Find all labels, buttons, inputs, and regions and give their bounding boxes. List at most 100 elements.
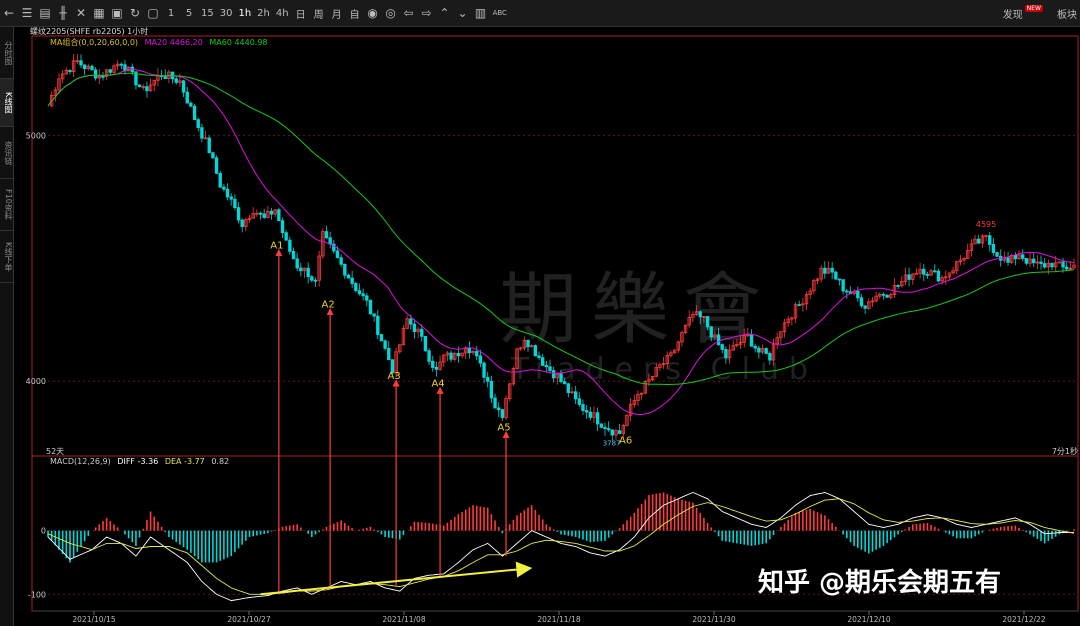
view-sidebar: 分时图 K线图 资讯链 F10资料 K线下单 [0,27,14,626]
candle-body [1039,261,1043,265]
chevron-down-button[interactable]: ⌄ [454,0,472,27]
candle-body [1043,263,1047,268]
list-button[interactable]: ☰ [18,0,36,27]
candle-body [475,350,479,357]
candle-body [922,268,926,275]
candle-body [724,349,728,359]
period-button[interactable]: 周 [310,0,328,27]
candle-body [361,293,365,297]
candle-body [885,294,889,298]
candle-body [357,290,362,295]
candle-body [617,430,622,434]
candle-body [324,231,329,239]
arrow-left-button[interactable]: ⇦ [400,0,418,27]
macd-tick-label: 0 [41,527,46,536]
candle-body [606,428,611,431]
copy-button[interactable]: ▢ [144,0,162,27]
period-button[interactable]: 1h [235,0,254,27]
eye-alt-icon: ◎ [385,6,396,20]
candle-body [1021,254,1025,259]
candle-body [225,188,230,198]
xaxis-label: 2021/12/10 [847,615,890,624]
layout-button[interactable]: ▥ [472,0,490,27]
candle-body [581,404,585,411]
sidebar-tab[interactable]: F10资料 [0,179,14,231]
candle-body [387,348,391,361]
macd-value: 0.82 [211,457,230,466]
candle-body [376,315,380,335]
chevron-up-button[interactable]: ⌃ [436,0,454,27]
candle-body [493,397,497,409]
candle-body [214,157,219,174]
sidebar-tab[interactable]: K线下单 [0,231,14,283]
tools-button[interactable]: ✕ [72,0,90,27]
candle-body [610,429,614,436]
candle-body [258,212,263,215]
sidebar-tab[interactable]: 资讯链 [0,127,14,179]
candle-body [482,362,486,378]
macd-tick-label: -100 [28,590,46,599]
period-button[interactable]: 30 [217,0,236,27]
period-button[interactable]: 1 [162,0,180,27]
sector-button[interactable]: 板块 [1054,0,1080,27]
candle-body [698,311,702,318]
candle-body [933,270,937,273]
period-button[interactable]: 5 [180,0,198,27]
period-button[interactable]: 2h [254,0,273,27]
calendar-button[interactable]: ▦ [90,0,108,27]
discover-button[interactable]: 发现 NEW [1000,0,1046,27]
annotation-a1: A1 [270,241,283,252]
candle-body [339,257,343,265]
period-button[interactable]: 月 [328,0,346,27]
candle-body [269,210,274,215]
candle-body [977,238,981,244]
candle-body [500,409,505,418]
period-button[interactable]: 日 [292,0,310,27]
period-button[interactable]: 4h [273,0,292,27]
candle-body [991,244,996,253]
back-button[interactable]: ← [0,0,18,27]
refresh-button[interactable]: ↻ [126,0,144,27]
candle-body [236,207,241,221]
candle-body [559,373,563,383]
candle-body [834,271,838,280]
candle-body [720,344,724,350]
dea-label: DEA -3.77 [164,457,205,466]
copy-icon: ▢ [147,6,159,20]
kline-button[interactable]: ╫ [54,0,72,27]
eye-alt-button[interactable]: ◎ [382,0,400,27]
candle-body [299,267,303,272]
arrow-right-button[interactable]: ⇨ [418,0,436,27]
grid-button[interactable]: ▤ [36,0,54,27]
candle-body [577,398,582,405]
candle-body [1050,262,1054,268]
candle-body [841,279,845,292]
period-button[interactable]: 自 [346,0,364,27]
divergence-trendline [260,561,533,596]
chart-canvas[interactable]: 4000 5000 0 -100 2021/10/15 2021/10/27 2021/11… [14,27,1080,626]
candle-body [181,80,186,93]
candle-body [222,186,226,190]
candle-body [881,293,886,296]
candle-body [896,285,900,287]
ma60-line [47,72,1075,386]
candle-body [137,84,142,88]
candle-body [449,352,453,360]
period-button[interactable]: 15 [198,0,217,27]
sidebar-tab[interactable]: K线图 [0,79,14,127]
candle-body [830,267,834,273]
chart-area[interactable]: 期樂會 Traders Club 4000 5000 0 -100 2021/10/15… [14,27,1080,626]
abc-button[interactable]: ABC [490,0,510,27]
candle-body [365,295,369,301]
candle-body [486,376,490,382]
high-label: 4595 [976,220,996,229]
eye-button[interactable]: ◉ [364,0,382,27]
candle-body [185,91,189,104]
candle-body [189,102,193,107]
candle-body [233,198,237,209]
refresh-icon: ↻ [129,6,141,20]
sidebar-tab[interactable]: 分时图 [0,27,14,79]
chart-toolbar: ← ☰ ▤ ╫ ✕ ▦ ▣ ↻ ▢ 1 5 15 30 1h 2h 4h 日周月自 ◉ ◎ ⇦ ⇨ ⌃ ⌄ ▥ ABC 发现 NEW… [0,0,1080,27]
save-button[interactable]: ▣ [108,0,126,27]
candle-body [537,355,541,358]
